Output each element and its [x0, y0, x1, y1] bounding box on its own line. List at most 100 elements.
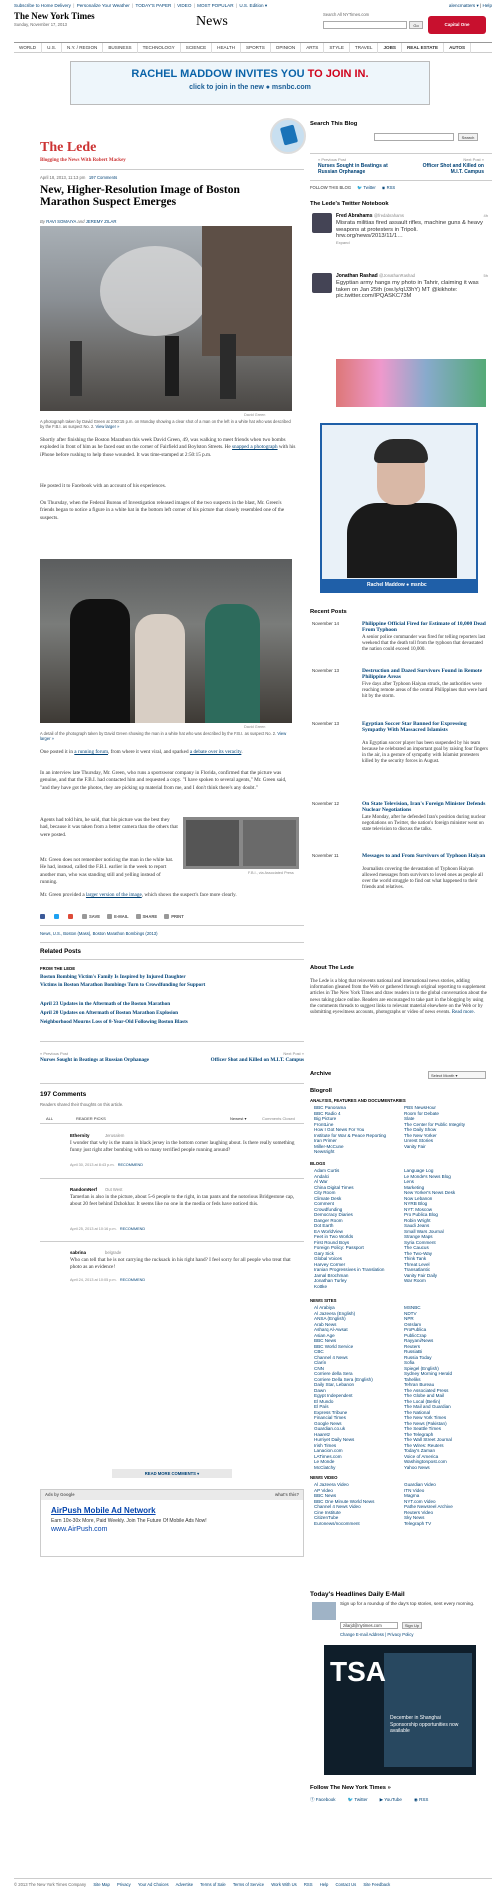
- related-link-5[interactable]: Neighborhood Mourns Loss of 8-Year-Old F…: [40, 1019, 188, 1025]
- edition-dropdown[interactable]: U.S. Edition ▾: [239, 3, 267, 8]
- tweet-author[interactable]: Jonathan Rashad @JonathanRashad: [336, 273, 415, 279]
- maddow-video-ad[interactable]: Rachel Maddow ● msnbc: [320, 423, 478, 593]
- recent-post-title[interactable]: Philippine Official Fired for Estimate o…: [362, 621, 490, 633]
- nav-jobs[interactable]: JOBS: [378, 42, 402, 53]
- print-button[interactable]: PRINT: [164, 914, 184, 920]
- avatar[interactable]: [312, 273, 332, 293]
- blogroll-link[interactable]: Newsright: [314, 1149, 402, 1155]
- email-field[interactable]: zilarjd@nytimes.com: [340, 1622, 398, 1629]
- nav-travel[interactable]: TRAVEL: [350, 42, 379, 53]
- help-link[interactable]: Help: [483, 3, 492, 8]
- email-signup-button[interactable]: Sign Up: [402, 1622, 422, 1629]
- footer-link[interactable]: Help: [320, 1882, 329, 1887]
- blogroll-link[interactable]: Yahoo News: [404, 1465, 492, 1471]
- footer-link[interactable]: Your Ad Choices: [138, 1882, 169, 1887]
- larger-image-link[interactable]: larger version of the image: [86, 892, 142, 898]
- nav-us[interactable]: U.S.: [42, 42, 63, 53]
- blogroll-link[interactable]: McClatchy: [314, 1465, 402, 1471]
- ad-url[interactable]: www.AirPush.com: [51, 1526, 107, 1533]
- related-link-4[interactable]: April 20 Updates on Aftermath of Boston …: [40, 1010, 178, 1016]
- blog-subtitle[interactable]: Blogging the News With Robert Mackey: [40, 158, 126, 163]
- capital-one-ad[interactable]: Capital One: [428, 16, 486, 34]
- save-button[interactable]: SAVE: [82, 914, 100, 920]
- blogroll-link[interactable]: Vanity Fair: [404, 1144, 492, 1150]
- tab-reader-picks[interactable]: READER PICKS: [76, 1116, 106, 1121]
- blogroll-link[interactable]: Telegraph TV: [404, 1521, 492, 1527]
- comments-sort-dropdown[interactable]: Newest ▾: [230, 1116, 246, 1121]
- previous-post-link[interactable]: Nurses Sought in Beatings at Russian Orp…: [40, 1057, 150, 1063]
- snapped-photo-link[interactable]: snapped a photograph: [232, 444, 278, 450]
- rss-link[interactable]: ◉ RSS: [414, 1797, 428, 1803]
- footer-link[interactable]: Contact Us: [336, 1882, 357, 1887]
- tweet-image[interactable]: [336, 359, 486, 407]
- follow-rss-link[interactable]: ◉ RSS: [382, 185, 395, 191]
- related-link-1[interactable]: Boston Bombing Victim's Family Is Inspir…: [40, 974, 186, 980]
- email-links[interactable]: Change E-mail Address | Privacy Policy: [340, 1632, 413, 1637]
- nav-world[interactable]: WORLD: [14, 42, 43, 53]
- footer-link[interactable]: Privacy: [117, 1882, 131, 1887]
- nyt-logo[interactable]: The New York Times: [14, 11, 95, 21]
- veracity-debate-link[interactable]: a debate over its veracity: [190, 749, 242, 755]
- nav-autos[interactable]: AUTOS: [444, 42, 472, 53]
- sidebar-previous-link[interactable]: Nurses Sought in Beatings at Russian Orp…: [318, 163, 388, 175]
- ad-title[interactable]: AirPush Mobile Ad Network: [51, 1506, 156, 1515]
- recent-post-title[interactable]: Destruction and Dazed Survivors Found in…: [362, 668, 490, 680]
- nav-sports[interactable]: SPORTS: [241, 42, 271, 53]
- email-button[interactable]: E-MAIL: [107, 914, 129, 920]
- recommend-button[interactable]: RECOMMEND: [120, 1278, 145, 1282]
- comment-author[interactable]: RandomNerf: [70, 1187, 97, 1192]
- footer-link[interactable]: Site Feedback: [363, 1882, 390, 1887]
- archive-month-select[interactable]: Select Month ▾: [428, 1071, 486, 1079]
- footer-link[interactable]: Terms of Sale: [200, 1882, 226, 1887]
- recent-post-title[interactable]: Messages to and From Survivors of Typhoo…: [362, 853, 490, 859]
- recommend-button[interactable]: RECOMMEND: [118, 1163, 143, 1167]
- blog-search-button[interactable]: Search: [458, 133, 478, 141]
- related-link-2[interactable]: Victims in Boston Marathon Bombings Turn…: [40, 982, 280, 988]
- user-menu[interactable]: alencmatters ▾: [449, 3, 479, 8]
- nav-science[interactable]: SCIENCE: [181, 42, 213, 53]
- blogroll-link[interactable]: War Room: [404, 1278, 492, 1284]
- twitter-link[interactable]: 🐦 Twitter: [348, 1797, 368, 1803]
- nav-style[interactable]: STYLE: [324, 42, 350, 53]
- t-magazine-ad[interactable]: TSA December in Shanghai Sponsorship opp…: [324, 1645, 476, 1775]
- comment-author[interactable]: Ethernity: [70, 1133, 90, 1138]
- tweet-expand[interactable]: Expand: [336, 240, 350, 245]
- comments-count-link[interactable]: 197 Comments: [89, 175, 117, 180]
- about-read-more-link[interactable]: Read more.: [452, 1010, 475, 1015]
- footer-link[interactable]: RSS: [304, 1882, 313, 1887]
- nav-business[interactable]: BUSINESS: [103, 42, 138, 53]
- blog-search-input[interactable]: [374, 133, 454, 141]
- google-ad[interactable]: Ads by Google what's this? AirPush Mobile…: [40, 1489, 304, 1557]
- footer-link[interactable]: Work With Us: [271, 1882, 297, 1887]
- facebook-link[interactable]: ⓕ Facebook: [310, 1797, 336, 1803]
- avatar[interactable]: [312, 213, 332, 233]
- nav-health[interactable]: HEALTH: [212, 42, 241, 53]
- suspect-detail-photo[interactable]: [40, 559, 292, 723]
- section-title[interactable]: News: [196, 14, 228, 30]
- author-link-1[interactable]: RAVI SOMAIYA: [46, 219, 76, 224]
- search-input[interactable]: [323, 21, 407, 29]
- subscribe-link[interactable]: Subscribe to Home Delivery: [14, 3, 71, 8]
- nav-opinion[interactable]: OPINION: [271, 42, 302, 53]
- most-popular-link[interactable]: MOST POPULAR: [197, 3, 233, 8]
- share-button[interactable]: SHARE: [135, 914, 157, 920]
- nav-technology[interactable]: TECHNOLOGY: [138, 42, 181, 53]
- boston-marathon-photo[interactable]: [40, 226, 292, 411]
- whats-this-link[interactable]: what's this?: [275, 1492, 299, 1497]
- nav-ny-region[interactable]: N.Y. / REGION: [62, 42, 104, 53]
- blogroll-link[interactable]: Kottke: [314, 1284, 402, 1290]
- follow-twitter-link[interactable]: 🐦 Twitter: [357, 185, 376, 191]
- search-go-button[interactable]: Go: [409, 21, 423, 29]
- comment-author[interactable]: sabrina: [70, 1250, 86, 1255]
- related-link-3[interactable]: April 23 Updates in the Aftermath of the…: [40, 1001, 170, 1007]
- todays-paper-link[interactable]: TODAY'S PAPER: [135, 3, 171, 8]
- weather-link[interactable]: Personalize Your Weather: [77, 3, 130, 8]
- recent-post-title[interactable]: On State Television, Iran's Foreign Mini…: [362, 801, 490, 813]
- blog-logo[interactable]: The Lede: [40, 140, 96, 156]
- read-more-comments-button[interactable]: READ MORE COMMENTS ▾: [112, 1469, 232, 1478]
- article-tags[interactable]: News, U.S., Boston (Mass), Boston Marath…: [40, 931, 158, 936]
- nav-arts[interactable]: ARTS: [301, 42, 325, 53]
- footer-link[interactable]: Site Map: [93, 1882, 110, 1887]
- recent-post-title[interactable]: Egyptian Soccer Star Banned for Expressi…: [362, 721, 490, 733]
- tab-all-comments[interactable]: ALL: [46, 1116, 53, 1121]
